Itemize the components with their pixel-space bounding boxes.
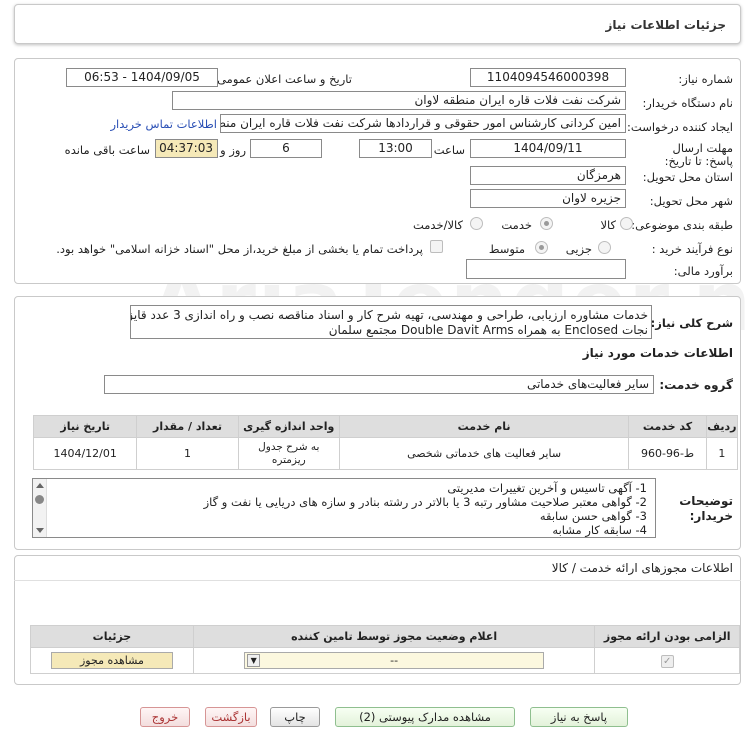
buyer-notes-label: توضیحات خریدار: xyxy=(679,494,733,523)
summary-line-1: خدمات مشاوره ارزیابی، طراحی و مهندسی، ته… xyxy=(131,308,648,322)
cell-required: ✓ xyxy=(594,647,740,674)
category-radio-both[interactable] xyxy=(470,217,483,230)
print-button[interactable]: چاپ xyxy=(270,707,320,727)
table-row: 1 ط-96-960 سایر فعالیت های خدماتی شخصی ب… xyxy=(32,437,739,470)
back-button[interactable]: بازگشت xyxy=(205,707,257,727)
cell-details: مشاهده مجوز xyxy=(30,647,194,674)
announce-label: تاریخ و ساعت اعلان عمومی: xyxy=(213,72,352,86)
summary-line-2: نجات Enclosed به همراه Double Davit Arms… xyxy=(328,323,648,337)
process-option-minor: جزیی xyxy=(565,242,592,256)
cell-code: ط-96-960 xyxy=(628,437,707,470)
cell-row: 1 xyxy=(705,437,739,470)
remaining-label: ساعت باقی مانده xyxy=(64,143,150,157)
permit-status-select[interactable]: -- ▼ xyxy=(244,652,545,669)
notes-scrollbar[interactable] xyxy=(33,479,47,537)
hour-label: ساعت xyxy=(433,143,465,157)
need-number-label: شماره نیاز: xyxy=(678,72,733,86)
page-header: جزئیات اطلاعات نیاز xyxy=(14,4,741,44)
service-group-field: سایر فعالیت‌های خدماتی xyxy=(104,375,654,394)
process-label: نوع فرآیند خرید : xyxy=(651,242,733,256)
scroll-up-icon[interactable] xyxy=(36,483,44,488)
category-option-goods: کالا xyxy=(600,218,616,232)
attachments-button[interactable]: مشاهده مدارک پیوستی (2) xyxy=(335,707,515,727)
days-label: روز و xyxy=(220,143,246,157)
col-row: ردیف xyxy=(705,415,739,438)
deadline-label-text: مهلت ارسال پاسخ: تا تاریخ: xyxy=(664,141,733,168)
process-option-medium: متوسط xyxy=(488,242,525,256)
col-qty: تعداد / مقدار xyxy=(136,415,239,438)
col-details: جزئیات xyxy=(30,625,194,648)
deadline-date-field: 1404/09/11 xyxy=(470,139,626,158)
province-label: استان محل تحویل: xyxy=(642,170,733,184)
budget-label: برآورد مالی: xyxy=(673,264,733,278)
need-number-field: 1104094546000398 xyxy=(470,68,626,87)
cell-unit: به شرح جدول ریزمتره xyxy=(237,437,340,470)
category-option-both: کالا/خدمت xyxy=(412,218,463,232)
buyer-notes-box[interactable]: 1- آگهی تاسیس و آخرین تغییرات مدیریتی 2-… xyxy=(32,478,656,538)
process-radio-minor[interactable] xyxy=(598,241,611,254)
category-radio-goods[interactable] xyxy=(620,217,633,230)
days-field: 6 xyxy=(250,139,322,158)
services-table: ردیف کد خدمت نام خدمت واحد اندازه گیری ت… xyxy=(32,415,739,470)
services-section-title: اطلاعات خدمات مورد نیاز xyxy=(582,346,733,360)
process-radio-medium[interactable] xyxy=(535,241,548,254)
summary-text: خدمات مشاوره ارزیابی، طراحی و مهندسی، ته… xyxy=(130,305,652,339)
city-field: جزیره لاوان xyxy=(470,189,626,208)
note-line-4: 4- سابقه کار مشابه xyxy=(552,523,647,537)
note-line-2: 2- گواهی معتبر صلاحیت مشاور رتبه 3 یا با… xyxy=(203,495,647,509)
exit-button[interactable]: خروج xyxy=(140,707,190,727)
scroll-down-icon[interactable] xyxy=(36,528,44,533)
permits-section-title: اطلاعات مجوزهای ارائه خدمت / کالا xyxy=(551,561,733,575)
cell-name: سایر فعالیت های خدماتی شخصی xyxy=(338,437,630,470)
budget-field[interactable] xyxy=(466,259,626,279)
permit-status-value: -- xyxy=(390,654,399,667)
page-title: جزئیات اطلاعات نیاز xyxy=(605,18,726,32)
cell-qty: 1 xyxy=(136,437,239,470)
permits-divider xyxy=(14,580,741,581)
col-code: کد خدمت xyxy=(628,415,707,438)
service-group-label: گروه خدمت: xyxy=(659,378,733,392)
required-checkbox[interactable]: ✓ xyxy=(660,654,674,668)
scroll-thumb[interactable] xyxy=(35,495,44,504)
buyer-org-field: شرکت نفت فلات قاره ایران منطقه لاوان xyxy=(172,91,626,110)
remaining-time-field: 04:37:03 xyxy=(155,139,218,158)
note-line-1: 1- آگهی تاسیس و آخرین تغییرات مدیریتی xyxy=(447,481,647,495)
permits-table: الزامی بودن ارائه مجوز اعلام وضعیت مجوز … xyxy=(30,625,740,674)
summary-label: شرح کلی نیاز: xyxy=(650,316,733,330)
col-required: الزامی بودن ارائه مجوز xyxy=(594,625,740,648)
category-radio-service[interactable] xyxy=(540,217,553,230)
col-status: اعلام وضعیت مجوز توسط تامین کننده xyxy=(192,625,596,648)
contact-buyer-link[interactable]: اطلاعات تماس خریدار xyxy=(110,117,217,131)
chevron-down-icon[interactable]: ▼ xyxy=(247,654,261,667)
table-row: ✓ -- ▼ مشاهده مجوز xyxy=(30,647,740,674)
category-label: طبقه بندی موضوعی: xyxy=(631,218,733,232)
cell-date: 1404/12/01 xyxy=(32,437,138,470)
treasury-checkbox[interactable] xyxy=(430,240,443,253)
city-label: شهر محل تحویل: xyxy=(649,194,733,208)
note-line-3: 3- گواهی حسن سابقه xyxy=(539,509,647,523)
category-option-service: خدمت xyxy=(501,218,532,232)
buyer-org-label: نام دستگاه خریدار: xyxy=(642,96,733,110)
deadline-label: مهلت ارسال پاسخ: تا تاریخ: xyxy=(663,142,733,168)
col-date: تاریخ نیاز xyxy=(32,415,138,438)
creator-field: امین کردانی کارشناس امور حقوقی و قرارداد… xyxy=(220,114,626,133)
col-name: نام خدمت xyxy=(338,415,630,438)
view-permit-button[interactable]: مشاهده مجوز xyxy=(50,652,173,669)
province-field: هرمزگان xyxy=(470,166,626,185)
col-unit: واحد اندازه گیری xyxy=(237,415,340,438)
services-table-header: ردیف کد خدمت نام خدمت واحد اندازه گیری ت… xyxy=(32,415,739,438)
reply-button[interactable]: پاسخ به نیاز xyxy=(530,707,628,727)
deadline-time-field: 13:00 xyxy=(359,139,432,158)
permits-table-header: الزامی بودن ارائه مجوز اعلام وضعیت مجوز … xyxy=(30,625,740,648)
cell-status: -- ▼ xyxy=(192,647,596,674)
creator-label: ایجاد کننده درخواست: xyxy=(627,120,733,134)
payment-note: پرداخت تمام یا بخشی از مبلغ خرید،از محل … xyxy=(56,242,423,256)
announce-field: 1404/09/05 - 06:53 xyxy=(66,68,218,87)
